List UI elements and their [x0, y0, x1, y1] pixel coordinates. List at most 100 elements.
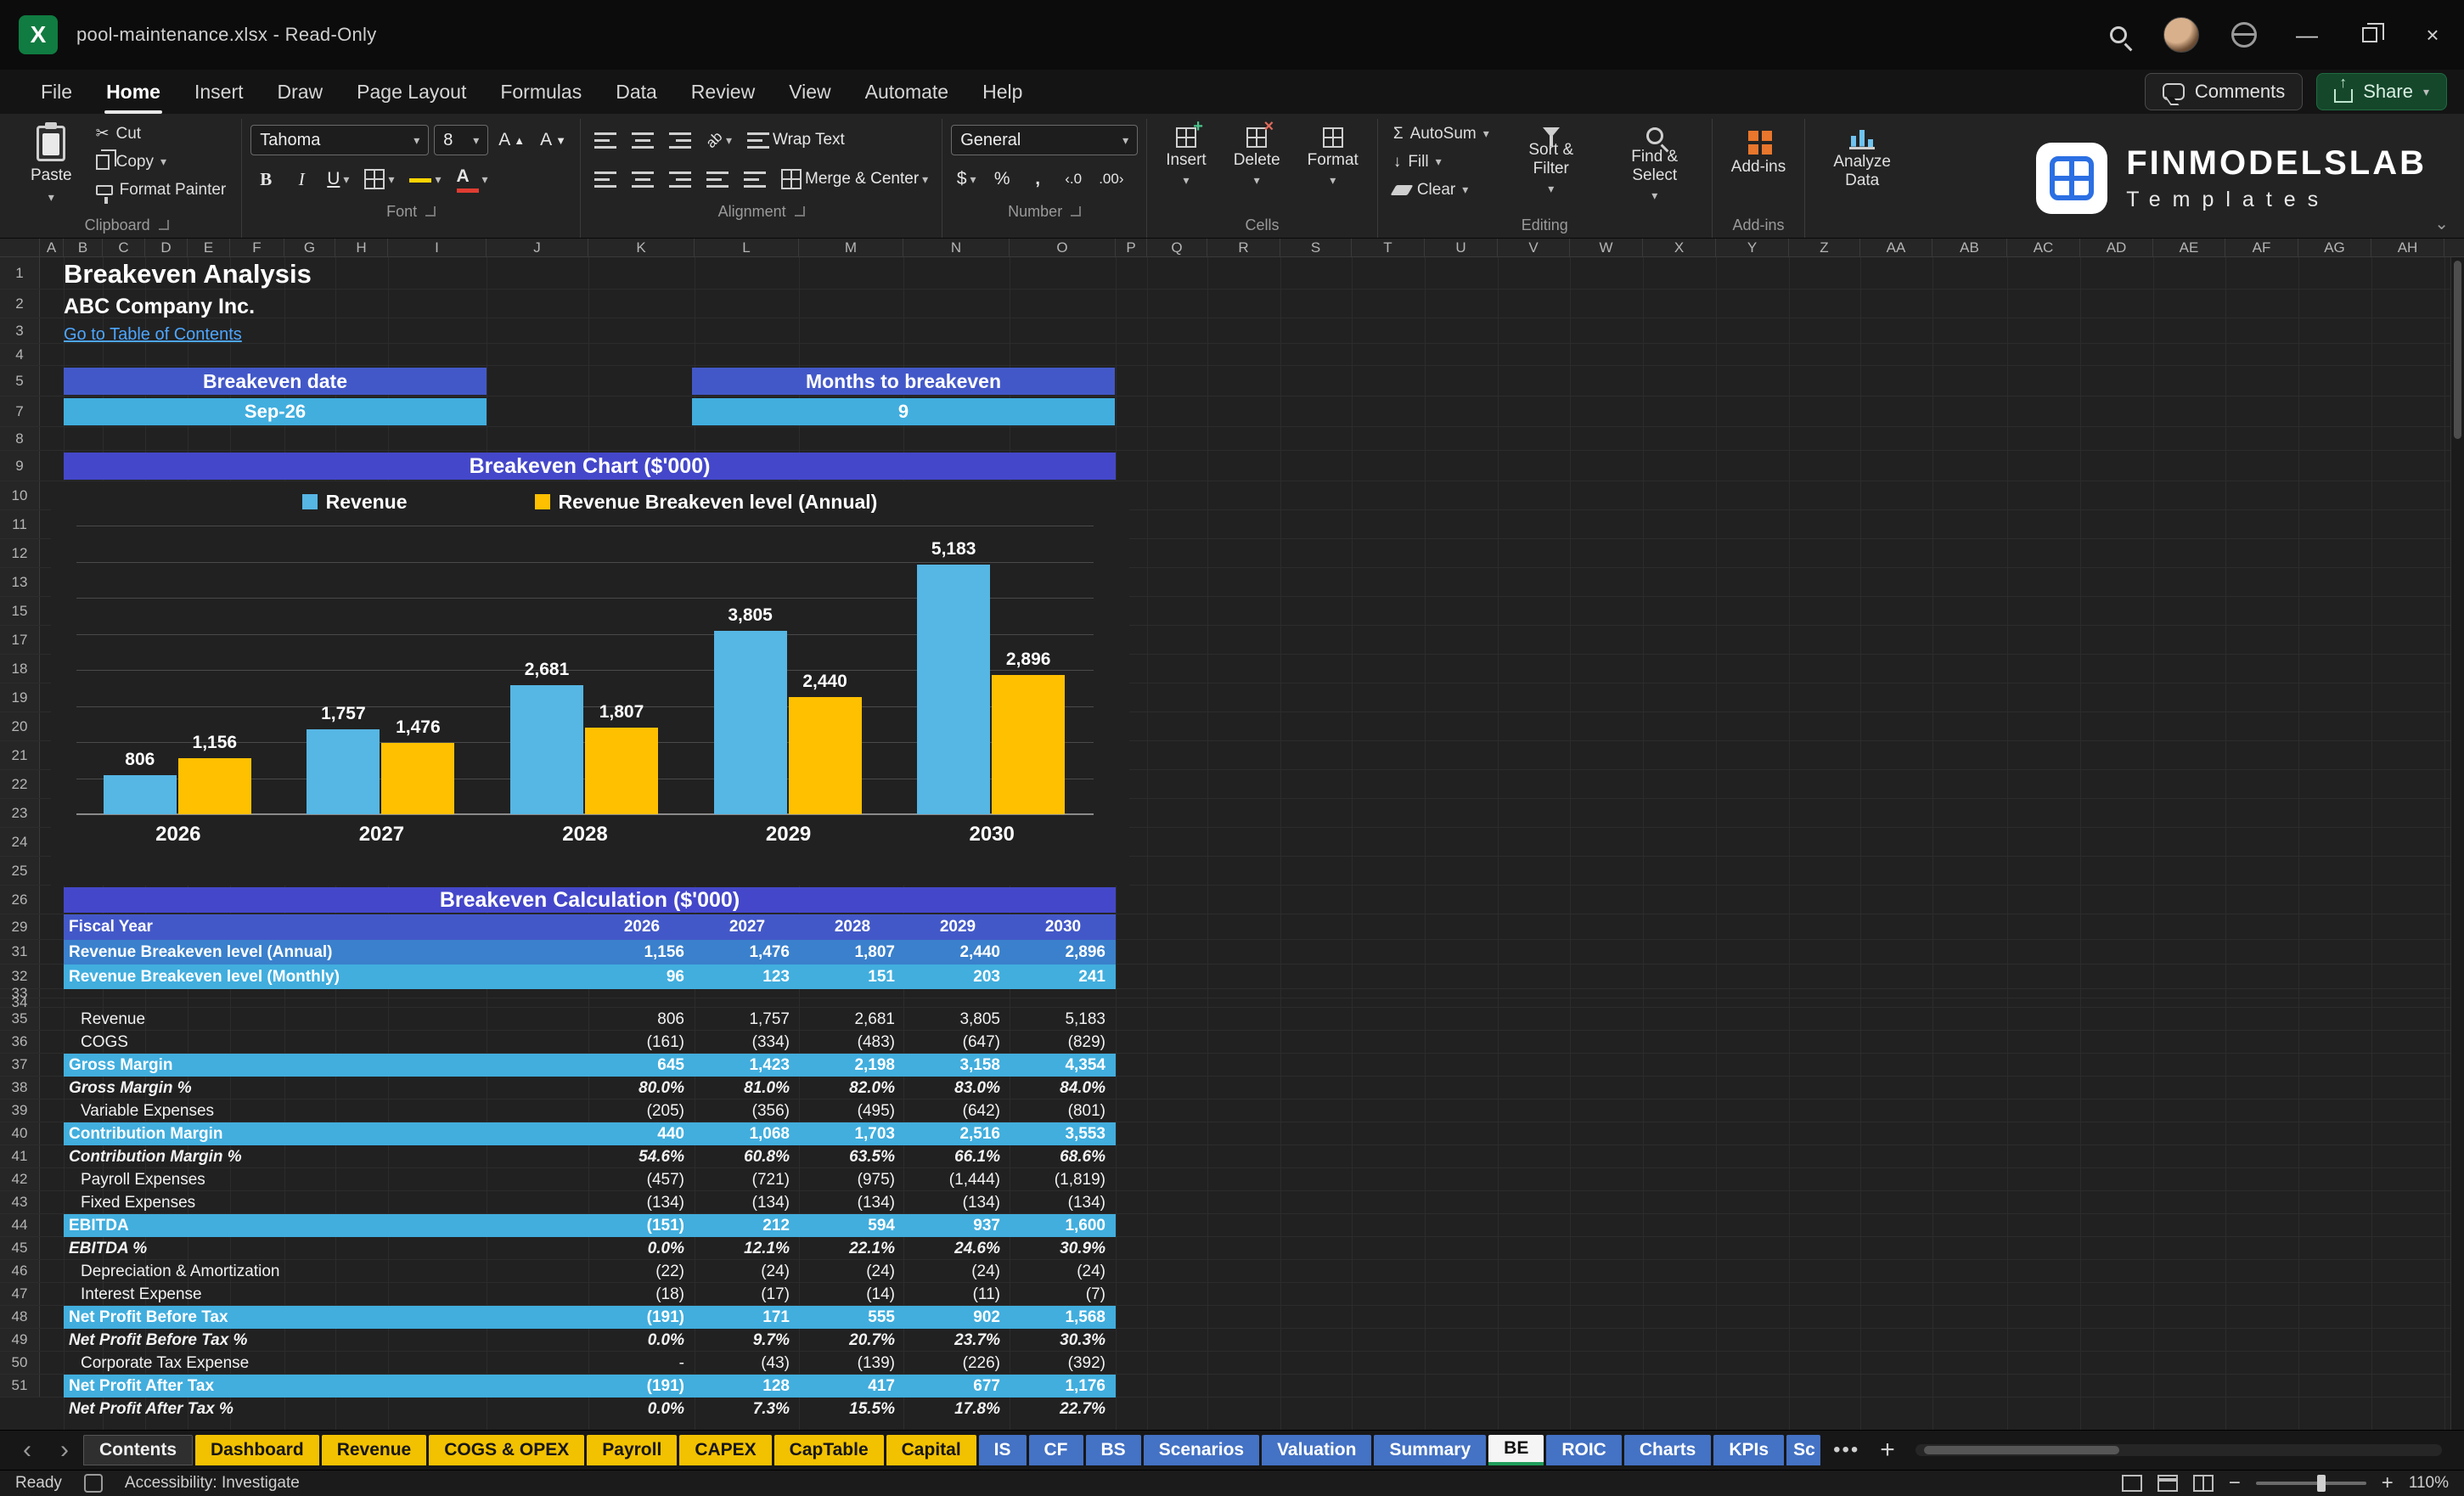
sheet-tab-kpis[interactable]: KPIs — [1713, 1435, 1785, 1465]
cell-value[interactable]: 1,600 — [1010, 1217, 1116, 1235]
cell-value[interactable]: 30.3% — [1010, 1331, 1116, 1350]
cell-value[interactable]: (191) — [589, 1308, 695, 1327]
column-header-N[interactable]: N — [903, 239, 1010, 256]
number-format-select[interactable]: General ▾ — [951, 125, 1139, 155]
insert-cells-button[interactable]: Insert▾ — [1156, 117, 1217, 194]
months-to-breakeven-value-cell[interactable]: 9 — [692, 398, 1115, 425]
sheet-tab-dashboard[interactable]: Dashboard — [195, 1435, 319, 1465]
cell-value[interactable]: 9.7% — [695, 1331, 800, 1350]
page-break-view-icon[interactable] — [2192, 1475, 2214, 1492]
menu-item-data[interactable]: Data — [599, 74, 674, 110]
cell-value[interactable]: 241 — [1010, 968, 1116, 987]
cell-value[interactable]: 54.6% — [589, 1148, 695, 1167]
row-label[interactable]: Fixed Expenses — [64, 1194, 589, 1212]
cell-value[interactable]: (1,444) — [905, 1171, 1010, 1189]
column-header-O[interactable]: O — [1010, 239, 1116, 256]
tab-scroll-right-icon[interactable]: › — [46, 1436, 83, 1465]
shrink-font-button[interactable]: A ▼ — [535, 125, 571, 155]
cut-button[interactable]: ✂ Cut — [89, 121, 233, 147]
menu-item-insert[interactable]: Insert — [177, 74, 261, 110]
cell-value[interactable]: (134) — [1010, 1194, 1116, 1212]
column-header-R[interactable]: R — [1207, 239, 1280, 256]
cell-value[interactable]: (334) — [695, 1033, 800, 1052]
cell-value[interactable]: (139) — [800, 1354, 905, 1373]
cell-value[interactable]: 1,068 — [695, 1125, 800, 1144]
dialog-launcher-icon[interactable] — [1071, 206, 1082, 217]
cell-value[interactable]: 212 — [695, 1217, 800, 1235]
close-button[interactable]: × — [2401, 0, 2464, 70]
cell-value[interactable]: 2,516 — [905, 1125, 1010, 1144]
cell-value[interactable]: (24) — [905, 1263, 1010, 1281]
cell-value[interactable]: 677 — [905, 1377, 1010, 1396]
align-top-button[interactable] — [589, 125, 622, 155]
zoom-in-button[interactable]: + — [2382, 1471, 2394, 1495]
cell-value[interactable]: (24) — [695, 1263, 800, 1281]
row-label[interactable]: Gross Margin — [64, 1056, 589, 1075]
row-label[interactable]: EBITDA — [64, 1217, 589, 1235]
orientation-button[interactable]: ab ▾ — [701, 125, 737, 155]
row-label[interactable]: Net Profit After Tax % — [64, 1400, 589, 1419]
year-header[interactable]: 2028 — [800, 918, 905, 936]
dialog-launcher-icon[interactable] — [425, 206, 436, 217]
months-to-breakeven-label-cell[interactable]: Months to breakeven — [692, 368, 1115, 395]
cell-value[interactable]: (191) — [589, 1377, 695, 1396]
align-middle-button[interactable] — [627, 125, 659, 155]
cell-value[interactable]: 2,896 — [1010, 943, 1116, 962]
cell-value[interactable]: 96 — [589, 968, 695, 987]
row-label[interactable]: Interest Expense — [64, 1285, 589, 1304]
minimize-button[interactable]: — — [2276, 0, 2338, 70]
comma-style-button[interactable]: , — [1022, 164, 1053, 194]
font-size-select[interactable]: 8 ▾ — [434, 125, 489, 155]
cell-value[interactable]: (721) — [695, 1171, 800, 1189]
cell-value[interactable]: 15.5% — [800, 1400, 905, 1419]
sheet-tab-bs[interactable]: BS — [1085, 1435, 1141, 1465]
merge-center-button[interactable]: Merge & Center ▾ — [776, 164, 933, 194]
sort-filter-button[interactable]: Sort & Filter ▾ — [1503, 121, 1600, 202]
column-header-H[interactable]: H — [335, 239, 388, 256]
grow-font-button[interactable]: A ▲ — [493, 125, 530, 155]
column-header-AH[interactable]: AH — [2371, 239, 2444, 256]
sheet-tab-scenarios[interactable]: Scenarios — [1143, 1435, 1260, 1465]
row-label[interactable]: Corporate Tax Expense — [64, 1354, 589, 1373]
paste-button[interactable]: Paste ▾ — [20, 121, 82, 209]
column-header-V[interactable]: V — [1498, 239, 1570, 256]
font-family-select[interactable]: Tahoma ▾ — [250, 125, 430, 155]
column-header-L[interactable]: L — [695, 239, 799, 256]
cell-value[interactable]: - — [589, 1354, 695, 1373]
cell-value[interactable]: (829) — [1010, 1033, 1116, 1052]
format-cells-button[interactable]: Format ▾ — [1297, 121, 1369, 194]
cell-value[interactable]: 1,476 — [695, 943, 800, 962]
cell-value[interactable]: 1,423 — [695, 1056, 800, 1075]
dialog-launcher-icon[interactable] — [794, 206, 805, 217]
cell-value[interactable]: (134) — [695, 1194, 800, 1212]
cell-value[interactable]: 2,681 — [800, 1010, 905, 1029]
menu-item-home[interactable]: Home — [89, 74, 177, 114]
row-label[interactable]: Net Profit Before Tax — [64, 1308, 589, 1327]
macro-record-icon[interactable] — [83, 1474, 103, 1493]
clear-button[interactable]: Clear ▾ — [1387, 177, 1496, 203]
row-label[interactable]: Revenue Breakeven level (Monthly) — [64, 968, 589, 987]
cell-value[interactable]: 7.3% — [695, 1400, 800, 1419]
cell-value[interactable]: 2,440 — [905, 943, 1010, 962]
borders-button[interactable]: ▾ — [359, 164, 399, 194]
column-header-X[interactable]: X — [1643, 239, 1716, 256]
column-header-T[interactable]: T — [1352, 239, 1425, 256]
normal-view-icon[interactable] — [2121, 1475, 2142, 1492]
decrease-indent-button[interactable] — [701, 164, 734, 194]
cell-value[interactable]: 1,757 — [695, 1010, 800, 1029]
autosum-button[interactable]: Σ AutoSum ▾ — [1387, 121, 1496, 147]
row-label[interactable]: Revenue Breakeven level (Annual) — [64, 943, 589, 962]
align-right-button[interactable] — [664, 164, 696, 194]
more-sheets-button[interactable]: ••• — [1823, 1438, 1870, 1462]
restore-button[interactable] — [2338, 0, 2401, 70]
page-layout-view-icon[interactable] — [2157, 1475, 2178, 1492]
column-header-AA[interactable]: AA — [1860, 239, 1932, 256]
column-header-AD[interactable]: AD — [2080, 239, 2153, 256]
row-label[interactable]: Revenue — [64, 1010, 589, 1029]
align-bottom-button[interactable] — [664, 125, 696, 155]
row-label[interactable]: Payroll Expenses — [64, 1171, 589, 1189]
column-header-Y[interactable]: Y — [1716, 239, 1789, 256]
cell-value[interactable]: 645 — [589, 1056, 695, 1075]
increase-decimal-button[interactable]: ‹.0 — [1058, 164, 1089, 194]
cell-value[interactable]: 22.1% — [800, 1240, 905, 1258]
